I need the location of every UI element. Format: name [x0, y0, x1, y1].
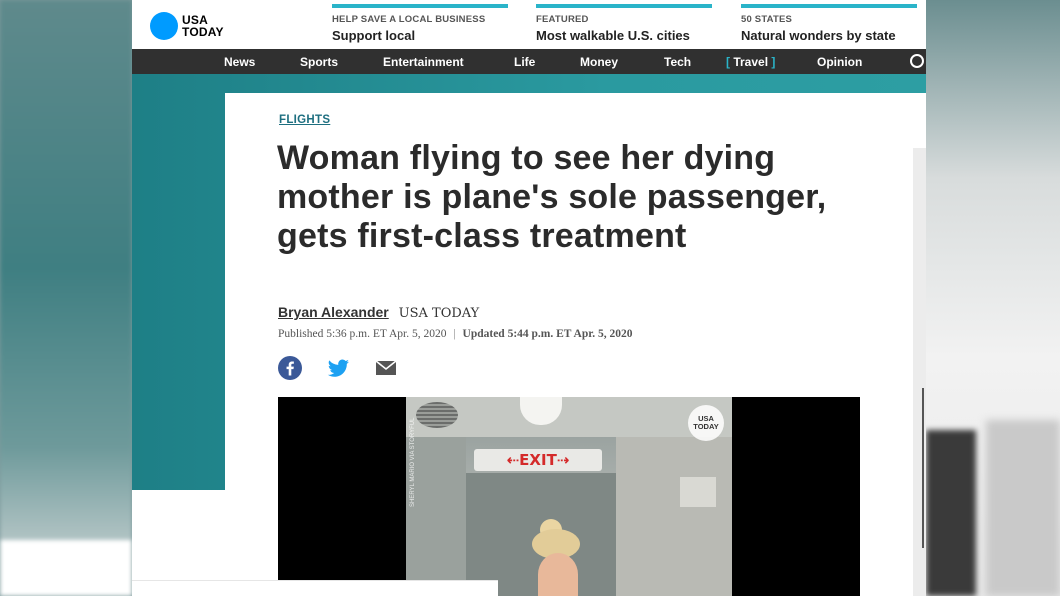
video-vent: [416, 402, 458, 428]
nav-item-life[interactable]: Life: [514, 55, 535, 69]
right-rail-line: [922, 388, 924, 548]
background-right-grey: [986, 420, 1060, 596]
top-bar: USA TODAY HELP SAVE A LOCAL BUSINESS Sup…: [132, 0, 926, 49]
promo-title: Support local: [332, 28, 416, 43]
background-left-white: [0, 540, 132, 596]
logo-circle-icon: [150, 12, 178, 40]
promo-support-local[interactable]: HELP SAVE A LOCAL BUSINESS Support local: [332, 4, 508, 43]
background-left-blur: [0, 0, 132, 596]
promo-accent-bar: [741, 4, 917, 8]
nav-item-news[interactable]: News: [224, 55, 255, 69]
nav-item-sports[interactable]: Sports: [300, 55, 338, 69]
promo-title: Natural wonders by state: [741, 28, 896, 43]
promo-kicker: HELP SAVE A LOCAL BUSINESS: [332, 14, 486, 25]
logo-text: USA TODAY: [182, 14, 224, 38]
nav-more-icon[interactable]: [910, 54, 924, 68]
logo-text-line2: TODAY: [182, 25, 224, 39]
outlet-name: USA TODAY: [398, 306, 480, 321]
background-right-blur: [926, 0, 1060, 596]
active-bracket-open: [: [726, 55, 730, 69]
video-galley: [616, 437, 732, 596]
section-label[interactable]: FLIGHTS: [279, 114, 330, 126]
email-icon[interactable]: [373, 355, 399, 381]
nav-item-tech[interactable]: Tech: [664, 55, 691, 69]
promo-accent-bar: [536, 4, 712, 8]
published-time: Published 5:36 p.m. ET Apr. 5, 2020: [278, 328, 447, 340]
promo-title: Most walkable U.S. cities: [536, 28, 690, 43]
article-card: FLIGHTS Woman flying to see her dying mo…: [225, 93, 926, 596]
main-nav: News Sports Entertainment Life Money Tec…: [132, 49, 926, 74]
promo-kicker: 50 STATES: [741, 14, 793, 25]
site-logo[interactable]: USA TODAY: [150, 12, 224, 40]
dateline-separator: |: [453, 328, 456, 340]
promo-kicker: FEATURED: [536, 14, 589, 25]
bottom-strip: [132, 580, 498, 596]
video-person-face: [538, 553, 578, 596]
promo-accent-bar: [332, 4, 508, 8]
nav-item-money[interactable]: Money: [580, 55, 618, 69]
video-watermark: USA TODAY: [688, 405, 724, 441]
share-bar: [277, 355, 421, 381]
facebook-icon[interactable]: [277, 355, 303, 381]
video-still: ⇠EXIT⇢ SHERYL MARIO VIA STORYFUL USA TOD…: [406, 397, 732, 596]
byline: Bryan Alexander USA TODAY: [278, 304, 479, 321]
twitter-icon[interactable]: [325, 355, 351, 381]
nav-item-opinion[interactable]: Opinion: [817, 55, 862, 69]
video-galley-panel: [680, 477, 716, 507]
exit-sign: ⇠EXIT⇢: [474, 449, 602, 471]
video-credit: SHERYL MARIO VIA STORYFUL: [410, 417, 416, 507]
video-player[interactable]: ⇠EXIT⇢ SHERYL MARIO VIA STORYFUL USA TOD…: [278, 397, 860, 596]
nav-item-entertainment[interactable]: Entertainment: [383, 55, 464, 69]
dateline: Published 5:36 p.m. ET Apr. 5, 2020 | Up…: [278, 328, 633, 340]
promo-walkable-cities[interactable]: FEATURED Most walkable U.S. cities: [536, 4, 712, 43]
watermark-line2: TODAY: [693, 422, 719, 431]
right-rail-edge: [913, 148, 926, 596]
updated-time: Updated 5:44 p.m. ET Apr. 5, 2020: [462, 328, 633, 340]
promo-natural-wonders[interactable]: 50 STATES Natural wonders by state: [741, 4, 917, 43]
headline: Woman flying to see her dying mother is …: [277, 139, 827, 255]
nav-item-travel-label: Travel: [733, 55, 769, 69]
background-right-dark: [926, 430, 976, 596]
active-bracket-close: ]: [771, 55, 776, 69]
page: USA TODAY HELP SAVE A LOCAL BUSINESS Sup…: [132, 0, 926, 596]
author-link[interactable]: Bryan Alexander: [278, 304, 389, 320]
nav-item-travel[interactable]: [ Travel ]: [726, 55, 775, 69]
